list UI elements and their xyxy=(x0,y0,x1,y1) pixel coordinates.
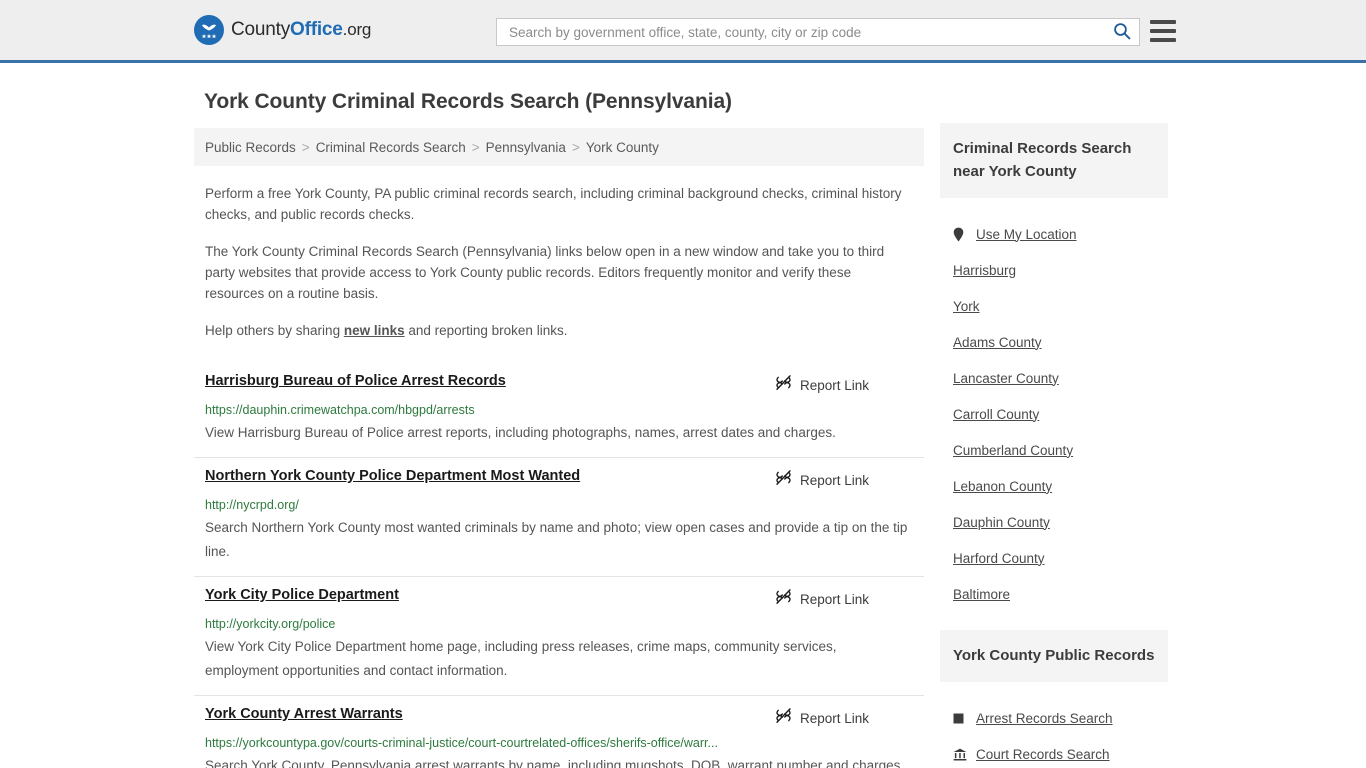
result-header: York County Arrest Warrants Report Link xyxy=(205,706,913,729)
result-title-link[interactable]: Harrisburg Bureau of Police Arrest Recor… xyxy=(205,373,506,389)
place-label: Adams County xyxy=(953,334,1042,350)
sidebar-place-harrisburg[interactable]: Harrisburg xyxy=(953,252,1155,288)
result-description: View Harrisburg Bureau of Police arrest … xyxy=(205,425,836,440)
results-list: Harrisburg Bureau of Police Arrest Recor… xyxy=(194,363,924,768)
report-link-label: Report Link xyxy=(799,377,869,393)
search-input[interactable] xyxy=(507,23,1113,41)
result-description: Search York County, Pennsylvania arrest … xyxy=(205,758,905,768)
result-url[interactable]: http://yorkcity.org/police xyxy=(205,617,913,631)
place-label: Lebanon County xyxy=(953,478,1053,494)
nearby-panel-heading: Criminal Records Search near York County xyxy=(940,123,1168,198)
breadcrumb-separator: > xyxy=(471,139,480,155)
sidebar-place-york[interactable]: York xyxy=(953,288,1155,324)
logo-text-org: .org xyxy=(342,20,372,39)
breadcrumb-item-criminal-records-search[interactable]: Criminal Records Search xyxy=(316,140,466,155)
report-link-button[interactable]: Report Link xyxy=(775,469,869,491)
sidebar-place-baltimore[interactable]: Baltimore xyxy=(953,576,1155,612)
report-link-label: Report Link xyxy=(799,710,869,726)
place-label: Baltimore xyxy=(953,586,1011,602)
intro-paragraph-2: The York County Criminal Records Search … xyxy=(205,244,885,301)
report-link-button[interactable]: Report Link xyxy=(775,374,869,396)
broken-link-icon xyxy=(775,374,792,396)
logo-text: CountyOffice.org xyxy=(231,19,371,41)
place-label: Carroll County xyxy=(953,406,1040,422)
result-item: York County Arrest Warrants Report Link … xyxy=(194,695,924,768)
report-link-button[interactable]: Report Link xyxy=(775,707,869,729)
sidebar-place-dauphin-county[interactable]: Dauphin County xyxy=(953,504,1155,540)
intro-paragraph-3: Help others by sharing new links and rep… xyxy=(205,320,913,341)
breadcrumb: Public Records > Criminal Records Search… xyxy=(194,128,924,166)
breadcrumb-item-public-records[interactable]: Public Records xyxy=(205,140,296,155)
bank-building-icon xyxy=(953,748,967,761)
place-label: York xyxy=(953,298,980,314)
main-content: Public Records > Criminal Records Search… xyxy=(194,128,924,768)
result-url[interactable]: https://dauphin.crimewatchpa.com/hbgpd/a… xyxy=(205,403,913,417)
logo-text-office: Office xyxy=(290,19,343,40)
page-title: York County Criminal Records Search (Pen… xyxy=(204,90,732,113)
use-my-location-row[interactable]: Use My Location xyxy=(953,216,1155,252)
report-link-label: Report Link xyxy=(799,472,869,488)
result-item: Harrisburg Bureau of Police Arrest Recor… xyxy=(194,363,924,457)
public-records-panel-list: Arrest Records Search Court Records Sear… xyxy=(940,682,1168,768)
place-label: Lancaster County xyxy=(953,370,1059,386)
result-url[interactable]: https://yorkcountypa.gov/courts-criminal… xyxy=(205,736,913,750)
public-records-panel-heading: York County Public Records xyxy=(940,630,1168,682)
place-label: Harrisburg xyxy=(953,262,1017,278)
new-links-link[interactable]: new links xyxy=(344,323,405,338)
site-logo[interactable]: CountyOffice.org xyxy=(194,15,371,45)
intro-paragraph-1: Perform a free York County, PA public cr… xyxy=(205,186,902,222)
sidebar-item-label: Arrest Records Search xyxy=(976,710,1113,726)
sidebar-place-lebanon-county[interactable]: Lebanon County xyxy=(953,468,1155,504)
breadcrumb-item-pennsylvania[interactable]: Pennsylvania xyxy=(486,140,566,155)
sidebar: Criminal Records Search near York County… xyxy=(940,123,1168,768)
breadcrumb-item-york-county[interactable]: York County xyxy=(586,140,659,155)
sidebar-place-adams-county[interactable]: Adams County xyxy=(953,324,1155,360)
square-icon xyxy=(953,713,967,724)
result-header: York City Police Department Report Link xyxy=(205,587,913,610)
site-header: CountyOffice.org xyxy=(0,0,1366,63)
report-link-label: Report Link xyxy=(799,591,869,607)
intro-p3-before: Help others by sharing xyxy=(205,323,344,338)
place-label: Cumberland County xyxy=(953,442,1074,458)
breadcrumb-separator: > xyxy=(301,139,310,155)
broken-link-icon xyxy=(775,588,792,610)
sidebar-item-arrest-records-search[interactable]: Arrest Records Search xyxy=(953,700,1155,736)
result-url[interactable]: http://nycrpd.org/ xyxy=(205,498,913,512)
search-icon xyxy=(1113,22,1131,43)
result-item: York City Police Department Report Link … xyxy=(194,576,924,695)
result-description: View York City Police Department home pa… xyxy=(205,639,837,678)
intro-section: Perform a free York County, PA public cr… xyxy=(194,183,924,341)
breadcrumb-separator: > xyxy=(571,139,580,155)
search-button[interactable] xyxy=(1113,22,1131,43)
broken-link-icon xyxy=(775,469,792,491)
sidebar-place-harford-county[interactable]: Harford County xyxy=(953,540,1155,576)
broken-link-icon xyxy=(775,707,792,729)
nearby-panel-list: Use My Location Harrisburg York Adams Co… xyxy=(940,198,1168,630)
result-title-link[interactable]: York County Arrest Warrants xyxy=(205,706,403,722)
result-header: Northern York County Police Department M… xyxy=(205,468,913,491)
sidebar-item-court-records-search[interactable]: Court Records Search xyxy=(953,736,1155,768)
report-link-button[interactable]: Report Link xyxy=(775,588,869,610)
hamburger-menu-icon[interactable] xyxy=(1150,20,1176,42)
intro-p3-after: and reporting broken links. xyxy=(404,323,568,338)
eagle-seal-icon xyxy=(194,15,224,45)
sidebar-item-label: Court Records Search xyxy=(976,746,1110,762)
result-title-link[interactable]: York City Police Department xyxy=(205,587,399,603)
result-header: Harrisburg Bureau of Police Arrest Recor… xyxy=(205,373,913,396)
search-bar[interactable] xyxy=(496,18,1140,46)
sidebar-place-carroll-county[interactable]: Carroll County xyxy=(953,396,1155,432)
result-item: Northern York County Police Department M… xyxy=(194,457,924,576)
sidebar-place-cumberland-county[interactable]: Cumberland County xyxy=(953,432,1155,468)
place-label: Harford County xyxy=(953,550,1045,566)
result-title-link[interactable]: Northern York County Police Department M… xyxy=(205,468,580,484)
place-label: Dauphin County xyxy=(953,514,1050,530)
result-description: Search Northern York County most wanted … xyxy=(205,520,908,559)
sidebar-place-lancaster-county[interactable]: Lancaster County xyxy=(953,360,1155,396)
map-pin-icon xyxy=(953,227,967,242)
logo-text-county: County xyxy=(231,19,291,40)
use-my-location-label: Use My Location xyxy=(976,226,1077,242)
